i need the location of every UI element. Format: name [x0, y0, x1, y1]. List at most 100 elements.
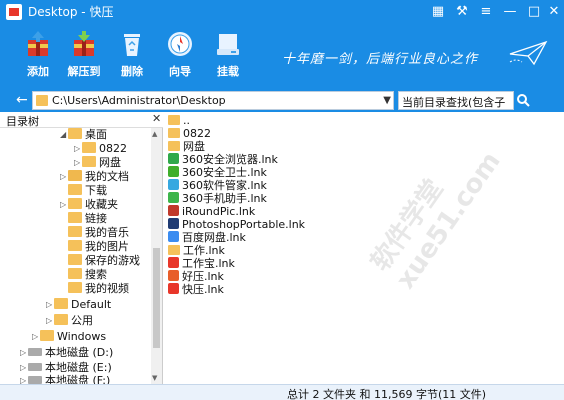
- address-path: C:\Users\Administrator\Desktop: [52, 94, 226, 107]
- tree-item-links[interactable]: 链接: [60, 212, 107, 226]
- drive-icon: [28, 348, 42, 356]
- file-name: 0822: [183, 127, 211, 140]
- kuaiya-icon: [168, 283, 179, 294]
- extract-label: 解压到: [67, 65, 101, 78]
- mount-button[interactable]: 挂载: [206, 28, 250, 86]
- downloads-icon: [68, 184, 82, 195]
- scrollbar-thumb[interactable]: [153, 248, 160, 348]
- grid-icon[interactable]: ▦: [428, 3, 448, 21]
- tree-scrollbar[interactable]: ▲ ▼: [151, 128, 162, 384]
- close-icon[interactable]: ✕: [152, 112, 161, 125]
- file-row[interactable]: 百度网盘.lnk: [168, 231, 246, 244]
- tree-item-favorites[interactable]: ▷ 收藏夹: [60, 198, 118, 212]
- tree-item-documents[interactable]: ▷ 我的文档: [60, 170, 129, 184]
- folder-icon: [168, 245, 180, 255]
- tree-item-pictures[interactable]: 我的图片: [60, 240, 129, 254]
- scroll-down-icon[interactable]: ▼: [152, 374, 157, 382]
- search-input[interactable]: 当前目录查找(包含子目录): [398, 91, 514, 125]
- tree-item-drive-f[interactable]: ▷ 本地磁盘 (F:): [20, 374, 110, 384]
- tree-title: 目录树: [6, 115, 39, 128]
- recycle-bin-icon: [124, 34, 140, 56]
- documents-icon: [68, 170, 82, 181]
- tree-item-label: 本地磁盘 (E:): [45, 361, 112, 374]
- add-button[interactable]: 添加: [16, 28, 60, 86]
- file-row[interactable]: 网盘: [168, 140, 205, 153]
- add-label: 添加: [27, 65, 49, 78]
- tree-item-drive-d[interactable]: ▷ 本地磁盘 (D:): [20, 346, 113, 360]
- tree-item-search[interactable]: 搜索: [60, 268, 107, 282]
- baidu-netdisk-icon: [168, 231, 179, 242]
- tree-item-desktop[interactable]: ◢ 桌面: [60, 128, 107, 142]
- back-arrow-icon[interactable]: ←: [16, 92, 32, 108]
- 360-software-icon: [168, 179, 179, 190]
- mount-label: 挂载: [217, 65, 239, 78]
- app-logo-icon: [6, 4, 22, 20]
- file-row[interactable]: iRoundPic.lnk: [168, 205, 255, 218]
- menu-icon[interactable]: ≡: [476, 3, 496, 21]
- minimize-button[interactable]: —: [500, 3, 520, 21]
- scroll-up-icon[interactable]: ▲: [152, 130, 157, 138]
- status-text: 总计 2 文件夹 和 11,569 字节(11 文件): [287, 388, 487, 400]
- tree-item-windows[interactable]: ▷ Windows: [32, 330, 106, 344]
- file-name: 快压.lnk: [182, 283, 224, 296]
- file-row[interactable]: 快压.lnk: [168, 283, 224, 296]
- file-row[interactable]: 360安全浏览器.lnk: [168, 153, 278, 166]
- tree-item-label: 我的图片: [85, 240, 129, 253]
- folder-icon: [68, 128, 82, 139]
- close-button[interactable]: ✕: [544, 3, 564, 21]
- file-row[interactable]: 好压.lnk: [168, 270, 224, 283]
- tree-item-netdisk[interactable]: ▷ 网盘: [74, 156, 121, 170]
- file-row[interactable]: 工作.lnk: [168, 244, 225, 257]
- chevron-down-icon[interactable]: ▼: [383, 95, 391, 106]
- tree-item-label: 收藏夹: [85, 198, 118, 211]
- wizard-button[interactable]: 向导: [158, 28, 202, 86]
- file-name: PhotoshopPortable.lnk: [182, 218, 306, 231]
- file-row[interactable]: 360手机助手.lnk: [168, 192, 267, 205]
- tree-item-default[interactable]: ▷ Default: [46, 298, 111, 312]
- file-row[interactable]: 0822: [168, 127, 211, 140]
- pictures-icon: [68, 240, 82, 251]
- folder-icon: [168, 115, 180, 125]
- file-name: ..: [183, 114, 190, 127]
- tree-item-downloads[interactable]: 下载: [60, 184, 107, 198]
- file-name: 网盘: [183, 140, 205, 153]
- file-row[interactable]: 360软件管家.lnk: [168, 179, 267, 192]
- tree-item-saved-games[interactable]: 保存的游戏: [60, 254, 140, 268]
- tree-item-public[interactable]: ▷ 公用: [46, 314, 93, 328]
- slogan-text: 十年磨一剑，后端行业良心之作: [282, 52, 479, 67]
- tree-item-videos[interactable]: 我的视频: [60, 282, 129, 296]
- extract-button[interactable]: 解压到: [62, 28, 106, 86]
- tree-item-label: 我的音乐: [85, 226, 129, 239]
- favorites-icon: [68, 198, 82, 209]
- tree-item-label: 我的视频: [85, 282, 129, 295]
- wrench-icon[interactable]: ⚒: [452, 3, 472, 21]
- tree-item-music[interactable]: 我的音乐: [60, 226, 129, 240]
- tree-item-label: Windows: [57, 330, 107, 343]
- compass-icon: [168, 32, 192, 56]
- file-row[interactable]: ..: [168, 114, 190, 127]
- file-name: 360软件管家.lnk: [182, 179, 267, 192]
- file-row[interactable]: 工作宝.lnk: [168, 257, 235, 270]
- search-icon[interactable]: [514, 91, 532, 110]
- music-icon: [68, 226, 82, 237]
- gongzuobao-icon: [168, 257, 179, 268]
- folder-icon: [168, 128, 180, 138]
- file-row[interactable]: PhotoshopPortable.lnk: [168, 218, 305, 231]
- iroundpic-icon: [168, 205, 179, 216]
- links-icon: [68, 212, 82, 223]
- tree-item-label: 保存的游戏: [85, 254, 140, 267]
- paper-plane-icon: [509, 40, 548, 66]
- folder-icon: [82, 156, 96, 167]
- delete-button[interactable]: 删除: [110, 28, 154, 86]
- tree-item-label: 桌面: [85, 128, 107, 141]
- folder-icon: [168, 141, 180, 151]
- 360-mobile-icon: [168, 192, 179, 203]
- folder-icon: [40, 330, 54, 341]
- title-bar: Desktop - 快压 ▦ ⚒ ≡ — □ ✕: [0, 0, 564, 24]
- address-bar[interactable]: C:\Users\Administrator\Desktop ▼: [32, 91, 394, 110]
- file-row[interactable]: 360安全卫士.lnk: [168, 166, 267, 179]
- maximize-button[interactable]: □: [524, 3, 544, 21]
- tree-item-0822[interactable]: ▷ 0822: [74, 142, 127, 156]
- folder-icon: [54, 314, 68, 325]
- tree-item-drive-e[interactable]: ▷ 本地磁盘 (E:): [20, 361, 112, 375]
